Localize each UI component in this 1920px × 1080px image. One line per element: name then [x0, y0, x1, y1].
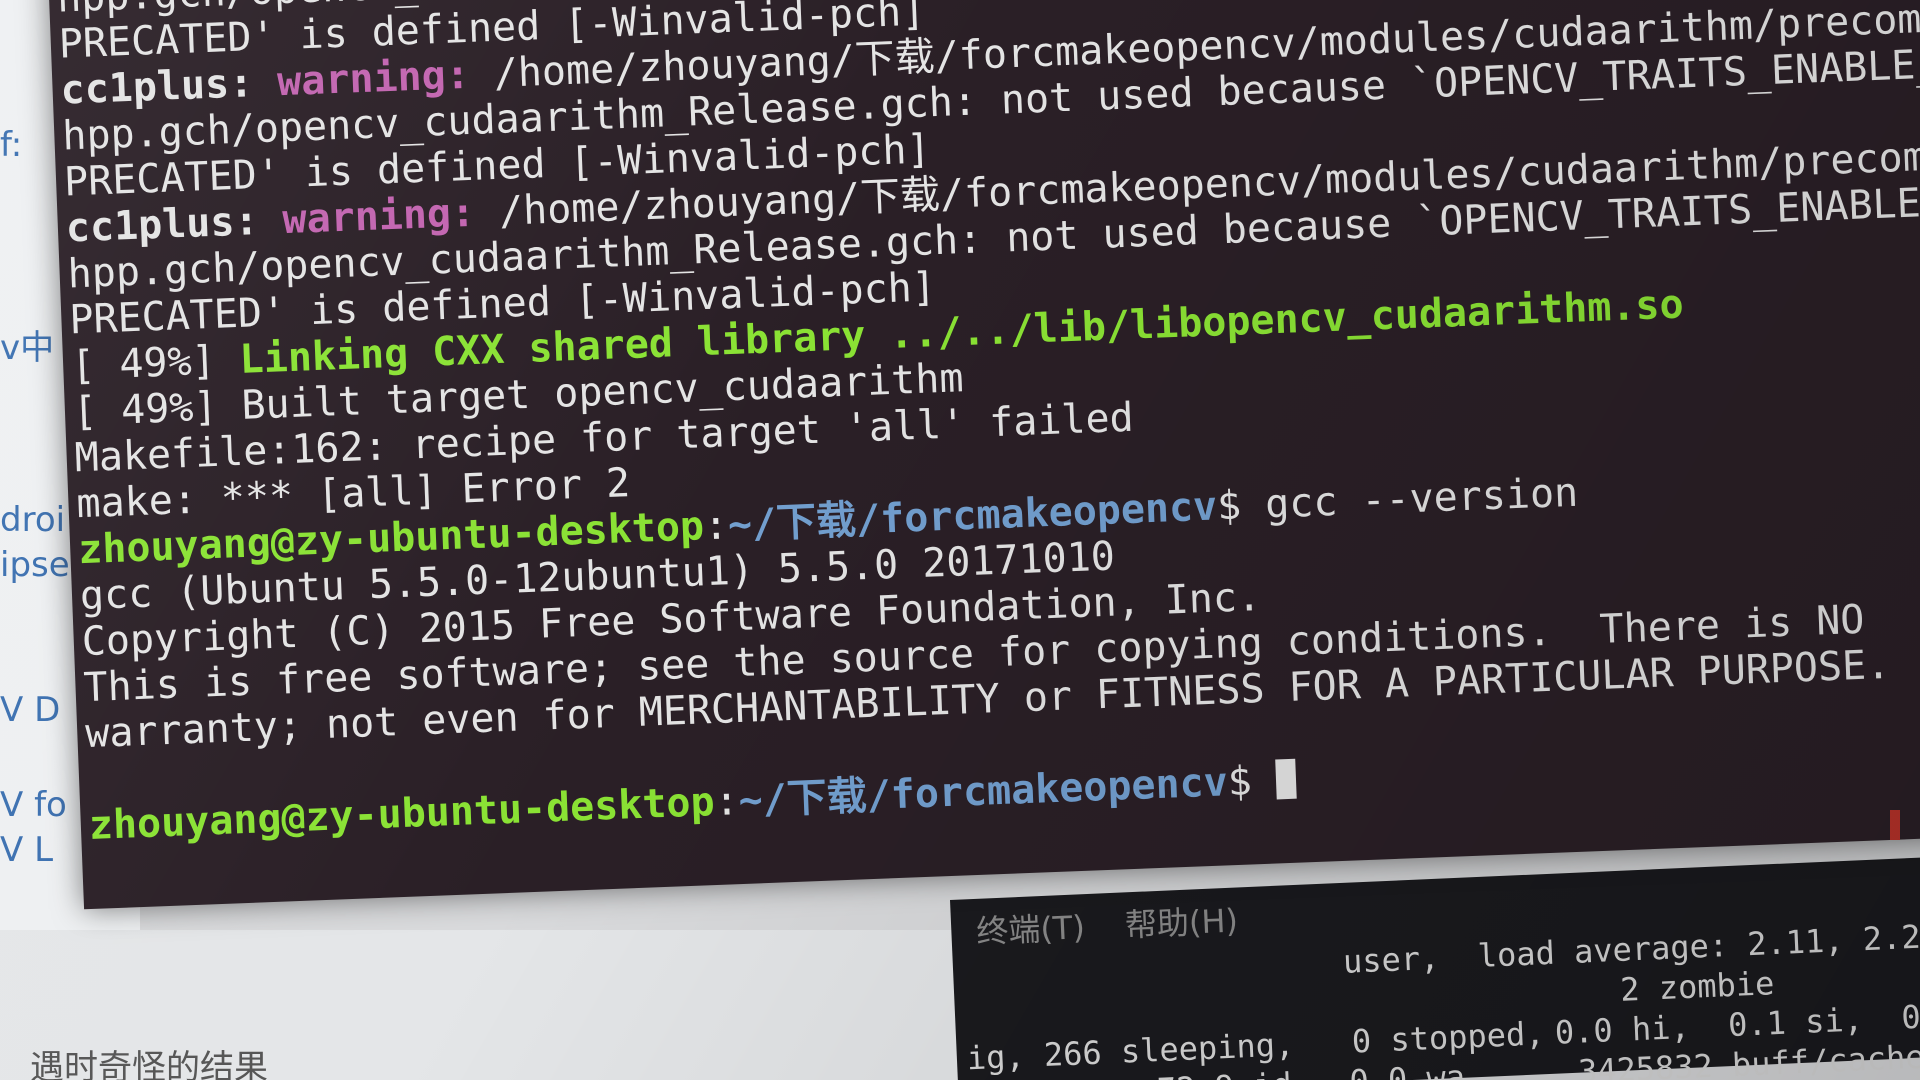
- prompt-symbol: $: [1226, 757, 1277, 806]
- secondary-terminal-window[interactable]: 终端(T) 帮助(H) user, load average: 2.11, 2.…: [950, 856, 1920, 1080]
- warning-label: warning:: [276, 51, 471, 106]
- background-fragment: f:: [0, 125, 23, 165]
- compiler-name: cc1plus:: [59, 59, 279, 114]
- terminal-cursor[interactable]: [1275, 758, 1297, 800]
- prompt-separator: :: [703, 502, 729, 550]
- background-link-fragment[interactable]: droi: [0, 500, 65, 540]
- background-article-title[interactable]: 遇时奇怪的结果: [30, 1040, 268, 1080]
- background-link-fragment[interactable]: V L: [0, 830, 53, 870]
- terminal-output: hpp.gch/opencv_cudaarithm_Release.gch: n…: [56, 0, 1920, 849]
- build-progress: [ 49%]: [70, 336, 241, 390]
- terminal-window[interactable]: hpp.gch/opencv_cudaarithm_Release.gch: n…: [48, 0, 1920, 910]
- menu-help[interactable]: 帮助(H): [1124, 901, 1239, 944]
- prompt-symbol: $: [1216, 481, 1267, 530]
- menu-terminal[interactable]: 终端(T): [976, 908, 1086, 951]
- red-indicator: [1890, 810, 1900, 840]
- background-link-fragment[interactable]: V fo: [0, 785, 67, 825]
- background-link-fragment[interactable]: v中: [0, 320, 54, 369]
- terminal-menubar: 终端(T) 帮助(H): [975, 894, 1268, 953]
- warning-label: warning:: [281, 189, 476, 244]
- photo-stage: f: v中 droi ipse V D V fo V L pencv 遇时奇怪的…: [0, 0, 1920, 1080]
- background-link-fragment[interactable]: V D: [0, 690, 60, 730]
- background-link-fragment[interactable]: ipse: [0, 545, 70, 585]
- prompt-separator: :: [713, 778, 740, 826]
- compiler-name: cc1plus:: [65, 197, 284, 252]
